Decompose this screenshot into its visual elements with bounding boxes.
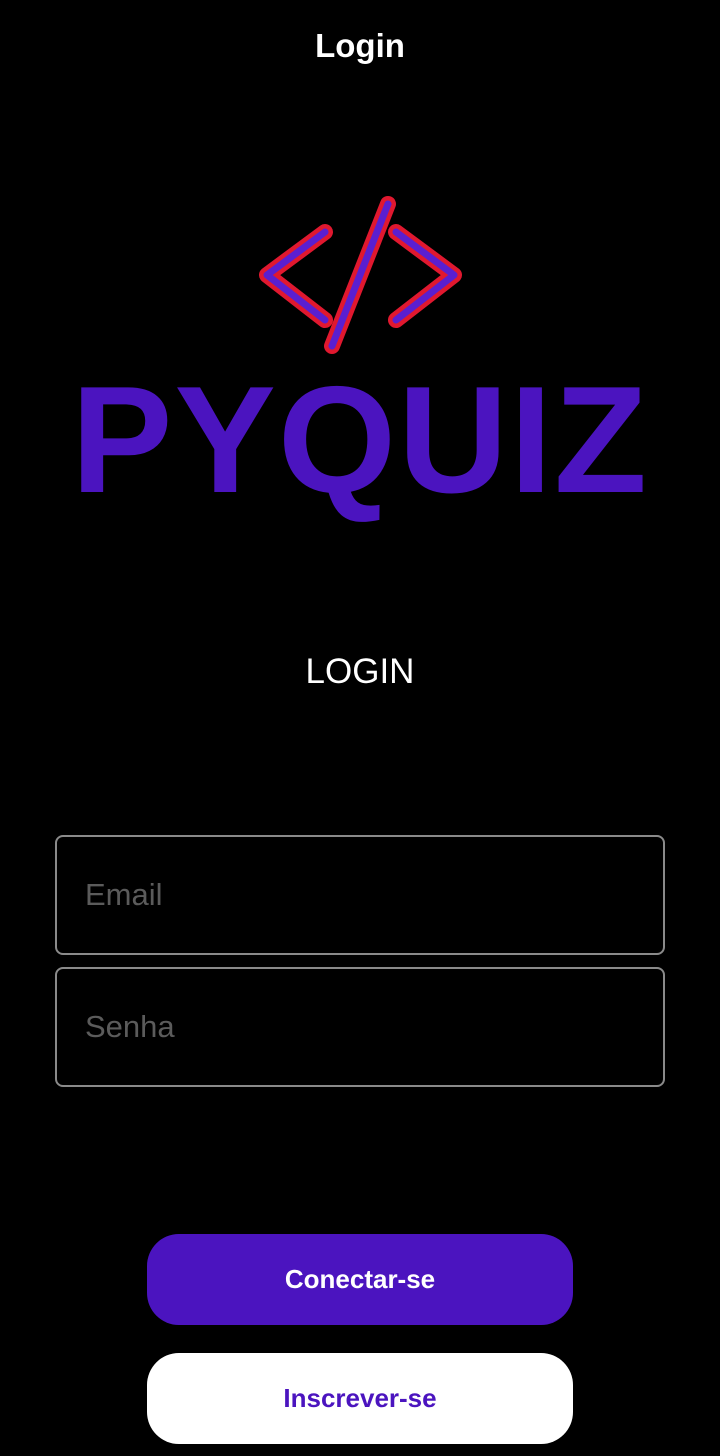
pyquiz-logo: PYQUIZ (70, 190, 650, 530)
code-brackets-icon (259, 196, 462, 354)
connect-button[interactable]: Conectar-se (147, 1234, 573, 1325)
email-field[interactable] (55, 835, 665, 955)
page-title: Login (315, 27, 405, 64)
signup-button[interactable]: Inscrever-se (147, 1353, 573, 1444)
password-input[interactable] (57, 969, 663, 1085)
email-input[interactable] (57, 837, 663, 953)
logo-wordmark: PYQUIZ (71, 355, 649, 525)
login-heading: LOGIN (305, 652, 415, 691)
password-field[interactable] (55, 967, 665, 1087)
